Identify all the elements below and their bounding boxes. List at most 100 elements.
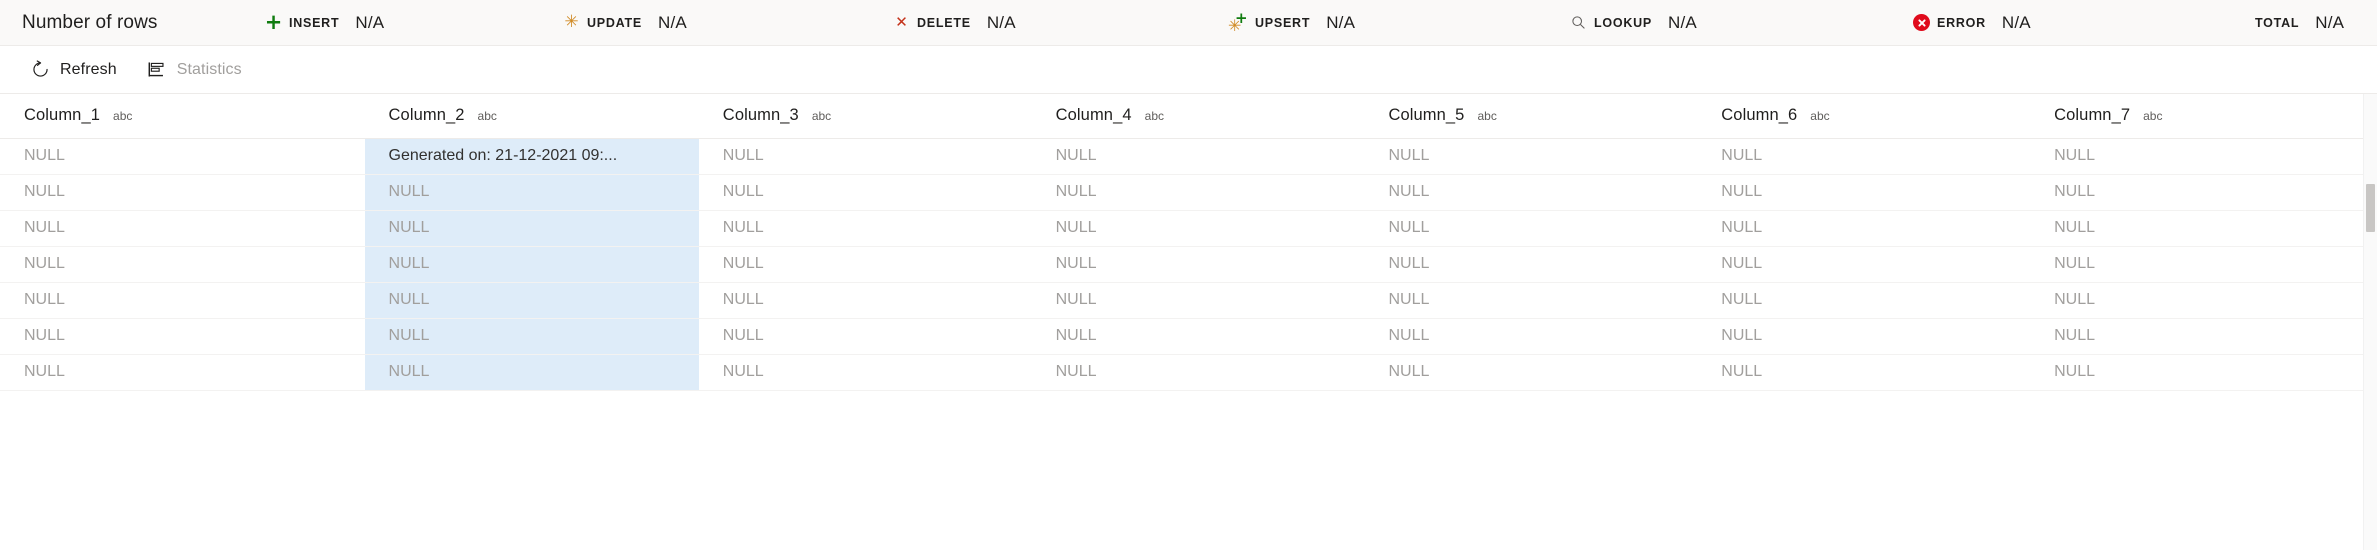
column-header-3[interactable]: Column_3 abc [698, 94, 1032, 139]
data-grid-container: Column_1 abc Column_2 abc Column_3 abc C… [0, 94, 2377, 550]
grid-cell[interactable]: NULL [2030, 138, 2363, 175]
x-icon: ✕ [895, 13, 908, 31]
stat-upsert-label: UPSERT [1255, 15, 1311, 30]
grid-cell[interactable]: NULL [1697, 174, 2031, 211]
stat-total-value: N/A [2315, 12, 2345, 32]
grid-cell[interactable]: NULL [2030, 210, 2363, 247]
grid-cell[interactable]: NULL [364, 210, 699, 247]
error-icon [1913, 14, 1930, 31]
stat-lookup: LOOKUP N/A [1570, 13, 1697, 33]
table-row: NULL NULL NULL NULL NULL NULL NULL [0, 246, 2363, 283]
column-header-7[interactable]: Column_7 abc [2030, 94, 2363, 139]
statistics-label: Statistics [176, 60, 242, 78]
column-header-4[interactable]: Column_4 abc [1031, 94, 1365, 139]
grid-cell[interactable]: NULL [0, 210, 365, 247]
table-row: NULL NULL NULL NULL NULL NULL NULL [0, 174, 2363, 211]
grid-cell[interactable]: NULL [1031, 210, 1365, 247]
grid-cell[interactable]: NULL [2030, 174, 2363, 211]
column-header-label: Column_1 [24, 106, 101, 125]
grid-cell[interactable]: NULL [1697, 318, 2031, 355]
refresh-icon [30, 60, 50, 80]
grid-cell[interactable]: NULL [1031, 138, 1365, 175]
table-row: NULL NULL NULL NULL NULL NULL NULL [0, 354, 2363, 391]
grid-cell[interactable]: NULL [698, 210, 1032, 247]
grid-cell[interactable]: NULL [698, 282, 1032, 319]
grid-cell[interactable]: NULL [364, 354, 699, 391]
column-header-label: Column_6 [1721, 106, 1798, 125]
grid-cell[interactable]: NULL [698, 246, 1032, 283]
upsert-icon: ✳ + [1228, 9, 1248, 35]
grid-cell[interactable]: NULL [2030, 282, 2363, 319]
column-type-abc-icon: abc [113, 109, 133, 124]
grid-cell[interactable]: NULL [698, 354, 1032, 391]
grid-cell[interactable]: NULL [0, 174, 365, 211]
grid-cell[interactable]: NULL [0, 246, 365, 283]
grid-cell[interactable]: NULL [1364, 318, 1698, 355]
grid-cell[interactable]: NULL [1031, 282, 1365, 319]
grid-cell[interactable]: NULL [1364, 246, 1698, 283]
column-header-label: Column_5 [1388, 106, 1465, 125]
column-header-2[interactable]: Column_2 abc [364, 94, 699, 139]
column-type-abc-icon: abc [1144, 109, 1164, 124]
stat-update-value: N/A [657, 12, 687, 32]
column-type-abc-icon: abc [1810, 109, 1830, 124]
stat-total: TOTAL N/A [2255, 13, 2344, 33]
grid-cell[interactable]: NULL [1697, 282, 2031, 319]
stat-error-value: N/A [2001, 12, 2031, 32]
operation-stats-bar: Number of rows + INSERT N/A ✳ UPDATE N/A… [0, 0, 2377, 46]
column-header-label: Column_2 [388, 106, 465, 125]
grid-cell[interactable]: NULL [698, 318, 1032, 355]
stat-update-label: UPDATE [587, 15, 642, 30]
grid-cell[interactable]: NULL [0, 282, 365, 319]
grid-cell[interactable]: NULL [2030, 354, 2363, 391]
grid-cell[interactable]: NULL [364, 174, 699, 211]
refresh-button[interactable]: Refresh [24, 54, 123, 86]
grid-cell[interactable]: NULL [698, 174, 1032, 211]
column-type-abc-icon: abc [1477, 109, 1497, 124]
grid-cell[interactable]: NULL [1697, 354, 2031, 391]
grid-cell[interactable]: NULL [0, 354, 365, 391]
grid-cell[interactable]: NULL [1031, 174, 1365, 211]
grid-cell[interactable]: NULL [1697, 138, 2031, 175]
grid-cell[interactable]: NULL [1697, 210, 2031, 247]
stat-error-label: ERROR [1937, 15, 1986, 30]
asterisk-icon: ✳ [564, 12, 579, 32]
statistics-button[interactable]: Statistics [141, 54, 248, 86]
stat-upsert: ✳ + UPSERT N/A [1228, 9, 1356, 35]
grid-cell[interactable]: NULL [0, 318, 365, 355]
stat-insert-label: INSERT [289, 15, 340, 30]
column-type-abc-icon: abc [811, 109, 832, 124]
grid-cell[interactable]: Generated on: 21-12-2021 09:... [364, 138, 699, 175]
grid-cell[interactable]: NULL [364, 282, 699, 319]
grid-cell[interactable]: NULL [1031, 318, 1365, 355]
stat-upsert-value: N/A [1326, 12, 1356, 32]
vertical-scrollbar[interactable] [2363, 94, 2377, 550]
column-header-label: Column_3 [722, 106, 799, 125]
column-header-6[interactable]: Column_6 abc [1697, 94, 2031, 139]
grid-cell[interactable]: NULL [1364, 174, 1698, 211]
grid-cell[interactable]: NULL [1031, 246, 1365, 283]
grid-cell[interactable]: NULL [1031, 354, 1365, 391]
grid-cell[interactable]: NULL [0, 138, 365, 175]
stat-total-label: TOTAL [2255, 15, 2300, 30]
stat-lookup-value: N/A [1667, 12, 1697, 32]
table-row: NULL NULL NULL NULL NULL NULL NULL [0, 318, 2363, 355]
grid-cell[interactable]: NULL [2030, 318, 2363, 355]
vertical-scrollbar-thumb[interactable] [2366, 184, 2375, 232]
grid-cell[interactable]: NULL [1364, 354, 1698, 391]
column-header-5[interactable]: Column_5 abc [1364, 94, 1698, 139]
stat-delete-value: N/A [986, 12, 1016, 32]
grid-cell[interactable]: NULL [1364, 210, 1698, 247]
column-header-1[interactable]: Column_1 abc [0, 94, 365, 139]
grid-cell[interactable]: NULL [1697, 246, 2031, 283]
grid-cell[interactable]: NULL [1364, 282, 1698, 319]
plus-icon: + [264, 10, 283, 34]
grid-cell[interactable]: NULL [698, 138, 1032, 175]
grid-cell[interactable]: NULL [2030, 246, 2363, 283]
grid-cell[interactable]: NULL [364, 318, 699, 355]
stat-lookup-label: LOOKUP [1594, 15, 1652, 30]
grid-cell[interactable]: NULL [364, 246, 699, 283]
grid-cell[interactable]: NULL [1364, 138, 1698, 175]
stat-insert: + INSERT N/A [264, 10, 384, 34]
statistics-icon [147, 60, 167, 80]
